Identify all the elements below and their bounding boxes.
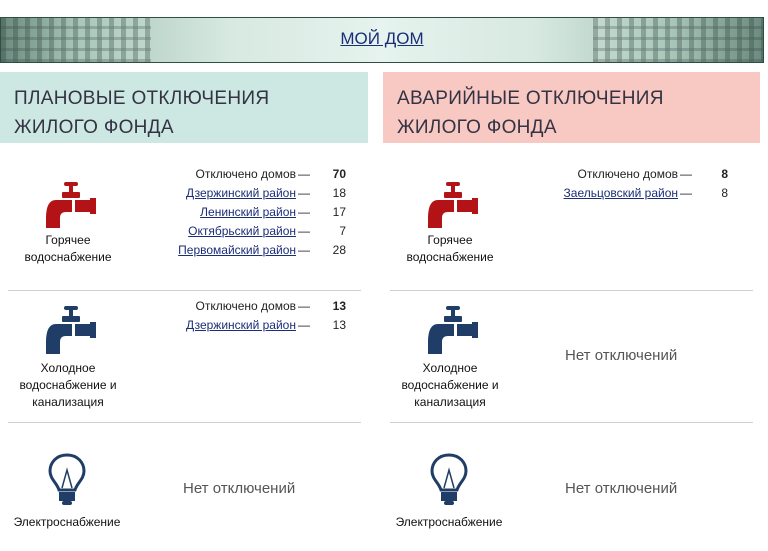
emergency-electricity-status: Нет отключений xyxy=(565,480,678,497)
district-link[interactable]: Ленинский район xyxy=(200,205,296,219)
emergency-electricity-service: Электроснабжение xyxy=(386,452,512,531)
emergency-hot-water-service: Горячее водоснабжение xyxy=(390,180,510,266)
planned-cold-water-stats: Отключено домов — 13 Дзержинский район —… xyxy=(140,297,346,335)
emergency-outages-heading: АВАРИЙНЫЕ ОТКЛЮЧЕНИЯ ЖИЛОГО ФОНДА xyxy=(383,72,760,143)
planned-hot-water-stats: Отключено домов — 70 Дзержинский район —… xyxy=(140,165,346,260)
light-bulb-icon xyxy=(430,453,468,505)
district-link[interactable]: Октябрьский район xyxy=(188,224,296,238)
district-link[interactable]: Первомайский район xyxy=(178,243,296,257)
planned-hot-water-service: Горячее водоснабжение xyxy=(8,180,128,266)
emergency-hot-water-stats: Отключено домов — 8 Заельцовский район —… xyxy=(520,165,728,203)
site-title-link[interactable]: МОЙ ДОМ xyxy=(1,29,763,49)
divider xyxy=(390,290,753,291)
district-row: Заельцовский район — 8 xyxy=(563,186,728,200)
district-row: Дзержинский район — 13 xyxy=(186,318,346,332)
district-row: Октябрьский район — 7 xyxy=(188,224,346,238)
district-link[interactable]: Дзержинский район xyxy=(186,318,296,332)
hot-tap-icon xyxy=(46,182,96,228)
district-row: Ленинский район — 17 xyxy=(200,205,346,219)
light-bulb-icon xyxy=(48,453,86,505)
planned-electricity-service: Электроснабжение xyxy=(4,452,130,531)
emergency-cold-water-status: Нет отключений xyxy=(565,347,678,364)
district-row: Дзержинский район — 18 xyxy=(186,186,346,200)
planned-outages-heading: ПЛАНОВЫЕ ОТКЛЮЧЕНИЯ ЖИЛОГО ФОНДА xyxy=(0,72,368,143)
emergency-hot-water-total-row: Отключено домов — 8 xyxy=(577,167,729,181)
cold-tap-icon xyxy=(46,306,96,354)
header-banner: МОЙ ДОМ xyxy=(0,17,764,63)
planned-electricity-status: Нет отключений xyxy=(183,480,296,497)
hot-tap-icon xyxy=(428,182,478,228)
district-row: Первомайский район — 28 xyxy=(178,243,346,257)
district-link[interactable]: Дзержинский район xyxy=(186,186,296,200)
divider xyxy=(390,422,753,423)
planned-cold-water-total-row: Отключено домов — 13 xyxy=(195,299,347,313)
planned-hot-water-total-row: Отключено домов — 70 xyxy=(195,167,347,181)
divider xyxy=(8,290,361,291)
divider xyxy=(8,422,361,423)
emergency-cold-water-service: Холодное водоснабжение и канализация xyxy=(390,304,510,411)
planned-cold-water-service: Холодное водоснабжение и канализация xyxy=(8,304,128,411)
district-link[interactable]: Заельцовский район xyxy=(564,186,678,200)
cold-tap-icon xyxy=(428,306,478,354)
